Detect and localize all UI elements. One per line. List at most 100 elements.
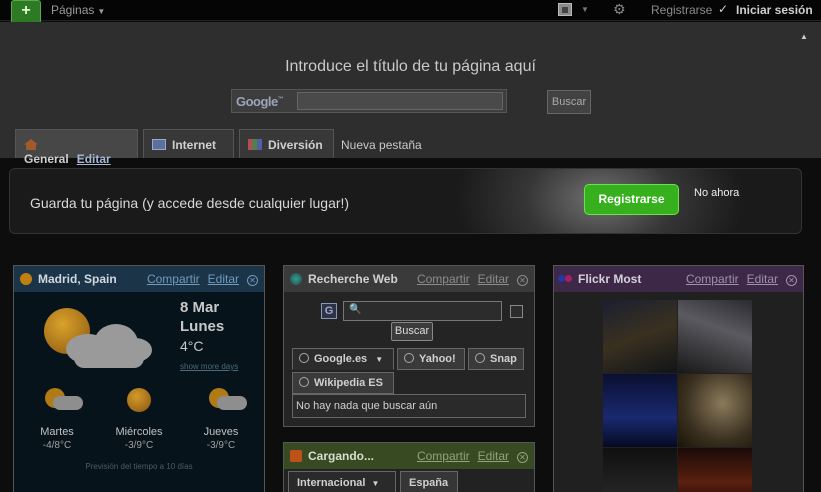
photo-thumbnail[interactable] xyxy=(678,374,752,447)
flickr-title[interactable]: Flickr Most xyxy=(578,272,641,286)
close-icon[interactable]: ✕ xyxy=(517,275,528,286)
login-link[interactable]: Iniciar sesión xyxy=(736,3,813,17)
feed-tab-espana[interactable]: España xyxy=(400,471,458,492)
forecast-date: 8 Mar xyxy=(180,299,220,316)
engine-label: Wikipedia ES xyxy=(314,377,383,389)
flickr-header: Flickr Most Compartir Editar ✕ xyxy=(554,266,803,292)
weather-title[interactable]: Madrid, Spain xyxy=(38,272,117,286)
engine-tab-yahoo[interactable]: Yahoo! xyxy=(397,348,465,370)
rss-icon xyxy=(290,450,302,462)
cloudy-weather-icon xyxy=(44,308,154,378)
share-link[interactable]: Compartir xyxy=(417,272,470,286)
chevron-down-icon[interactable]: ▼ xyxy=(371,479,379,488)
photo-thumbnail[interactable] xyxy=(678,300,752,373)
search-button[interactable]: Buscar xyxy=(547,90,591,114)
news-header: Cargando... Compartir Editar ✕ xyxy=(284,443,534,469)
google-search-input[interactable] xyxy=(297,92,503,110)
forecast-day-item: Miércoles -3/9°C xyxy=(104,386,174,451)
day-name: Miércoles xyxy=(115,426,163,438)
web-search-title[interactable]: Recherche Web xyxy=(308,272,398,286)
pages-menu[interactable]: Páginas ▼ xyxy=(51,3,105,17)
share-link[interactable]: Compartir xyxy=(686,272,739,286)
pages-menu-label: Páginas xyxy=(51,3,95,17)
collapse-up-icon[interactable]: ▲ xyxy=(800,32,808,41)
sun-icon xyxy=(20,273,32,285)
edit-link[interactable]: Editar xyxy=(478,272,509,286)
web-search-button[interactable]: Buscar xyxy=(391,322,433,341)
check-icon: ✓ xyxy=(718,2,729,16)
engine-label: Yahoo! xyxy=(419,353,456,365)
tab-internet-label: Internet xyxy=(172,138,217,152)
globe-icon xyxy=(299,377,309,387)
edit-link[interactable]: Editar xyxy=(478,449,509,463)
page-title[interactable]: Introduce el título de tu página aquí xyxy=(0,58,821,76)
feed-tab-internacional[interactable]: Internacional ▼ xyxy=(288,471,396,492)
grid-icon xyxy=(248,139,262,150)
tab-general-label: General xyxy=(24,152,69,166)
avatar-icon[interactable] xyxy=(558,3,572,16)
google-search-box: Google™ xyxy=(231,89,507,113)
news-widget: Cargando... Compartir Editar ✕ Internacion… xyxy=(283,442,535,492)
globe-icon xyxy=(290,273,302,285)
forecast-temp: 4°C xyxy=(180,338,204,354)
engine-tab-google[interactable]: Google.es ▼ xyxy=(292,348,394,370)
feed-tab-label: España xyxy=(409,477,449,489)
close-icon[interactable]: ✕ xyxy=(247,275,258,286)
chevron-down-icon[interactable]: ▼ xyxy=(581,5,589,14)
web-search-input[interactable]: 🔍 xyxy=(343,301,502,321)
engine-tab-snap[interactable]: Snap xyxy=(468,348,524,370)
engine-label: Snap xyxy=(490,353,517,365)
close-icon[interactable]: ✕ xyxy=(786,275,797,286)
forecast-note[interactable]: Previsión del tiempo a 10 días xyxy=(14,462,264,471)
photo-thumbnail[interactable] xyxy=(678,448,752,492)
tab-diversion[interactable]: Diversión xyxy=(239,129,334,158)
gear-icon[interactable]: ⚙ xyxy=(613,1,626,18)
day-temp: -3/9°C xyxy=(206,440,236,451)
chevron-down-icon[interactable]: ▼ xyxy=(375,355,383,364)
photo-grid xyxy=(603,300,752,492)
news-title[interactable]: Cargando... xyxy=(308,449,374,463)
close-icon[interactable]: ✕ xyxy=(517,452,528,463)
forecast-day: Lunes xyxy=(180,318,225,335)
search-checkbox[interactable] xyxy=(510,305,523,318)
sun-cloud-icon xyxy=(43,386,83,414)
weather-widget-header: Madrid, Spain Compartir Editar ✕ xyxy=(14,266,264,292)
google-g-icon: G xyxy=(321,303,337,319)
add-widget-button[interactable]: + xyxy=(11,0,41,24)
edit-link[interactable]: Editar xyxy=(747,272,778,286)
search-results: No hay nada que buscar aún xyxy=(292,394,526,418)
globe-icon xyxy=(475,353,485,363)
share-link[interactable]: Compartir xyxy=(147,272,200,286)
day-name: Martes xyxy=(40,426,74,438)
engine-tab-wikipedia[interactable]: Wikipedia ES xyxy=(292,372,394,394)
web-search-widget: Recherche Web Compartir Editar ✕ G 🔍 Busca… xyxy=(283,265,535,427)
forecast-day-item: Jueves -3/9°C xyxy=(186,386,256,451)
globe-icon xyxy=(404,353,414,363)
not-now-link[interactable]: No ahora xyxy=(694,187,739,199)
feed-tab-label: Internacional xyxy=(297,477,366,489)
photo-thumbnail[interactable] xyxy=(603,300,677,373)
share-link[interactable]: Compartir xyxy=(417,449,470,463)
house-icon xyxy=(24,139,38,150)
new-tab-link[interactable]: Nueva pestaña xyxy=(341,138,422,152)
tab-general[interactable]: General Editar xyxy=(15,129,138,166)
google-logo: Google™ xyxy=(236,94,284,109)
tab-internet[interactable]: Internet xyxy=(143,129,234,158)
tab-edit-link[interactable]: Editar xyxy=(77,152,111,166)
day-name: Jueves xyxy=(203,426,239,438)
edit-link[interactable]: Editar xyxy=(208,272,239,286)
photo-thumbnail[interactable] xyxy=(603,448,677,492)
top-bar: + Páginas ▼ ▼ ⚙ Registrarse ✓ Iniciar ses… xyxy=(0,0,821,24)
banner-text: Guarda tu página (y accede desde cualqui… xyxy=(30,195,350,211)
sun-icon xyxy=(125,386,153,414)
show-more-days-link[interactable]: show more days xyxy=(180,362,238,371)
flickr-dots-icon xyxy=(558,273,572,285)
save-page-banner: Guarda tu página (y accede desde cualqui… xyxy=(9,168,802,234)
register-button[interactable]: Registrarse xyxy=(584,184,679,215)
weather-widget: Madrid, Spain Compartir Editar ✕ 8 Mar Lun… xyxy=(13,265,265,492)
tab-diversion-label: Diversión xyxy=(268,138,323,152)
web-search-header: Recherche Web Compartir Editar ✕ xyxy=(284,266,534,292)
register-link[interactable]: Registrarse xyxy=(651,3,712,17)
forecast-day-item: Martes -4/8°C xyxy=(22,386,92,451)
photo-thumbnail[interactable] xyxy=(603,374,677,447)
